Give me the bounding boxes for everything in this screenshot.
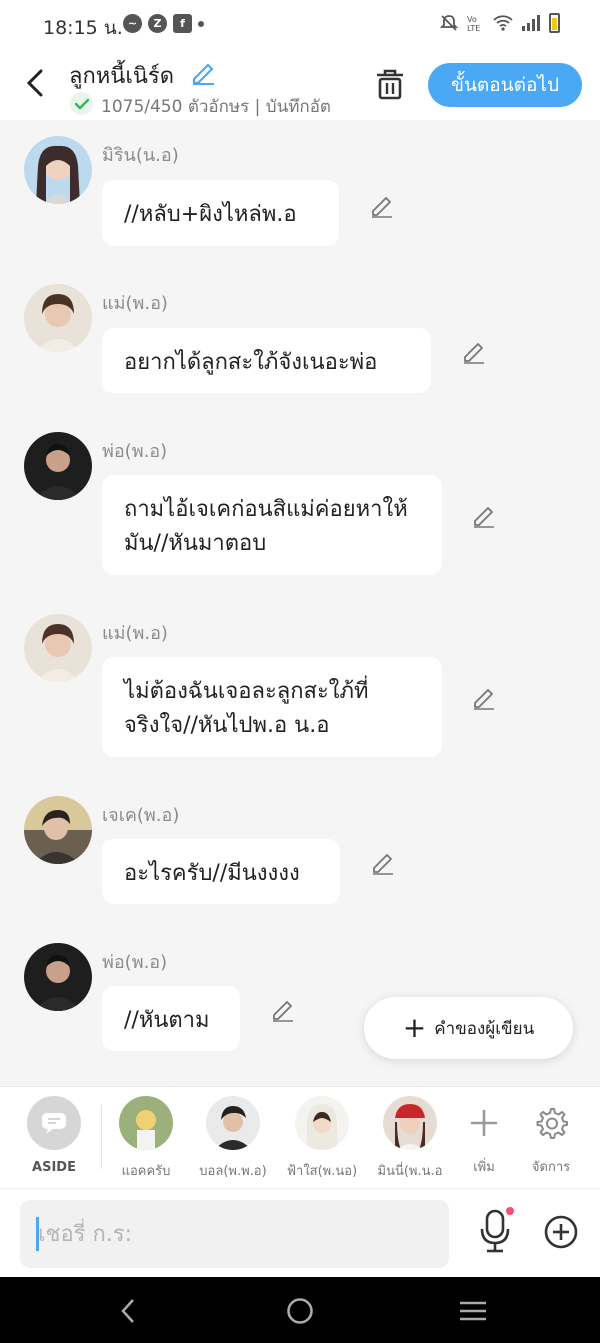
- author-note-label: คำของผู้เขียน: [434, 1018, 535, 1039]
- status-time: 18:15 น.: [43, 17, 123, 39]
- system-home-button[interactable]: [284, 1295, 316, 1327]
- system-navigation-bar: [0, 1277, 600, 1343]
- pencil-icon: [373, 854, 393, 875]
- character-item[interactable]: ฟ้าใส(พ.นอ): [283, 1096, 361, 1181]
- add-label: เพิ่ม: [473, 1160, 495, 1175]
- avatar[interactable]: [24, 796, 92, 864]
- avatar[interactable]: [24, 943, 92, 1011]
- avatar: [383, 1096, 437, 1150]
- message-bubble[interactable]: ถามไอ้เจเคก่อนสิแม่ค่อยหาให้มัน//หันมาตอ…: [102, 475, 442, 575]
- author-note-button[interactable]: + คำของผู้เขียน: [364, 997, 573, 1059]
- character-bar: ASIDE แอคครับ บอล(พ.พ.อ) ฟ้าใส(พ.นอ) มิน…: [0, 1086, 600, 1188]
- pencil-icon: [474, 507, 494, 528]
- delete-button[interactable]: [372, 66, 408, 102]
- avatar: [206, 1096, 260, 1150]
- pencil-icon: [372, 197, 392, 218]
- plus-icon: [457, 1096, 511, 1150]
- character-name: มินนี่(พ.น.อ: [377, 1164, 443, 1179]
- story-title[interactable]: ลูกหนี้เนิร์ด: [69, 58, 174, 93]
- message-bubble[interactable]: //หลับ+ผิงไหล่พ.อ: [102, 180, 339, 246]
- character-item[interactable]: มินนี่(พ.น.อ: [372, 1096, 448, 1181]
- pencil-icon: [464, 343, 484, 364]
- edit-message-button[interactable]: [368, 192, 396, 220]
- avatar[interactable]: [24, 136, 92, 204]
- edit-message-button[interactable]: [269, 996, 297, 1024]
- system-recents-button[interactable]: [457, 1295, 489, 1327]
- speaker-name: มิริน(น.อ): [102, 145, 179, 166]
- next-step-button[interactable]: ขั้นตอนต่อไป: [428, 63, 582, 107]
- text-caret: [36, 1217, 39, 1251]
- battery-icon: [549, 13, 560, 33]
- add-media-button[interactable]: [543, 1214, 579, 1250]
- trash-icon: [377, 69, 403, 100]
- manage-label: จัดการ: [531, 1160, 571, 1175]
- nfc-icon: Z: [148, 14, 167, 33]
- character-item[interactable]: บอล(พ.พ.อ): [195, 1096, 271, 1181]
- notification-dot: [506, 1207, 514, 1215]
- message-input-container: [20, 1200, 449, 1268]
- manage-characters-button[interactable]: จัดการ: [523, 1096, 579, 1177]
- editor-header: ลูกหนี้เนิร์ด 1075/450 ตัวอักษร | บันทึก…: [0, 50, 600, 120]
- character-name: แอคครับ: [121, 1164, 171, 1179]
- message-bubble[interactable]: //หันตาม: [102, 986, 240, 1051]
- home-circle-icon: [287, 1298, 313, 1324]
- status-right-icons: Vo LTE: [439, 13, 560, 33]
- signal-icon: [522, 15, 540, 31]
- character-item[interactable]: แอคครับ: [118, 1096, 174, 1181]
- message-bubble[interactable]: ไม่ต้องฉันเจอละลูกสะใภ้ที่จริงใจ//หันไปพ…: [102, 657, 442, 757]
- svg-text:Vo: Vo: [467, 15, 477, 24]
- status-app-icons: ~ Z f: [123, 14, 204, 33]
- add-character-button[interactable]: เพิ่ม: [456, 1096, 512, 1177]
- character-name: ฟ้าใส(พ.นอ): [286, 1164, 358, 1179]
- chat-bubble-icon: [27, 1096, 81, 1150]
- edit-message-button[interactable]: [470, 502, 498, 530]
- pencil-icon: [192, 63, 214, 85]
- avatar[interactable]: [24, 614, 92, 682]
- pencil-icon: [273, 1001, 293, 1022]
- svg-text:LTE: LTE: [467, 24, 480, 33]
- saved-check-icon: [70, 92, 93, 115]
- edit-message-button[interactable]: [460, 338, 488, 366]
- chevron-left-icon: [121, 1299, 134, 1323]
- edit-message-button[interactable]: [369, 849, 397, 877]
- facebook-icon: f: [173, 14, 192, 33]
- speaker-name: เจเค(พ.อ): [102, 805, 180, 826]
- status-bar: 18:15 น. ~ Z f Vo LTE: [0, 0, 600, 50]
- character-counter: 1075/450 ตัวอักษร | บันทึกอัต: [101, 97, 331, 117]
- back-button[interactable]: [18, 64, 52, 102]
- gear-icon: [524, 1096, 578, 1150]
- aside-label: ASIDE: [32, 1160, 76, 1175]
- aside-button[interactable]: ASIDE: [27, 1096, 81, 1175]
- message-bubble[interactable]: อยากได้ลูกสะใภ้จังเนอะพ่อ: [102, 328, 431, 393]
- more-notifications-icon: [198, 20, 204, 27]
- message-bubble[interactable]: อะไรครับ//มีนงงงง: [102, 839, 340, 904]
- edit-message-button[interactable]: [470, 684, 498, 712]
- character-name: บอล(พ.พ.อ): [199, 1164, 267, 1179]
- system-back-button[interactable]: [112, 1295, 144, 1327]
- speaker-name: พ่อ(พ.อ): [102, 952, 168, 973]
- divider: [101, 1105, 102, 1169]
- chat-area: มิริน(น.อ) //หลับ+ผิงไหล่พ.อ แม่(พ.อ) อย…: [0, 120, 600, 1085]
- chevron-left-icon: [26, 69, 43, 97]
- message-input-row: [0, 1188, 600, 1277]
- pencil-icon: [474, 689, 494, 710]
- avatar[interactable]: [24, 284, 92, 352]
- avatar[interactable]: [24, 432, 92, 500]
- mute-icon: [439, 15, 459, 31]
- plus-circle-icon: [544, 1215, 578, 1249]
- speaker-name: แม่(พ.อ): [102, 293, 168, 314]
- avatar: [119, 1096, 173, 1150]
- speaker-name: พ่อ(พ.อ): [102, 441, 168, 462]
- message-input[interactable]: [20, 1200, 449, 1268]
- speaker-name: แม่(พ.อ): [102, 623, 168, 644]
- avatar: [295, 1096, 349, 1150]
- edit-title-button[interactable]: [190, 59, 216, 89]
- plus-icon: +: [402, 1011, 427, 1044]
- menu-icon: [460, 1301, 486, 1321]
- wifi-icon: [493, 15, 513, 31]
- volte-icon: VoLTE: [467, 15, 480, 33]
- messenger-icon: ~: [123, 14, 142, 33]
